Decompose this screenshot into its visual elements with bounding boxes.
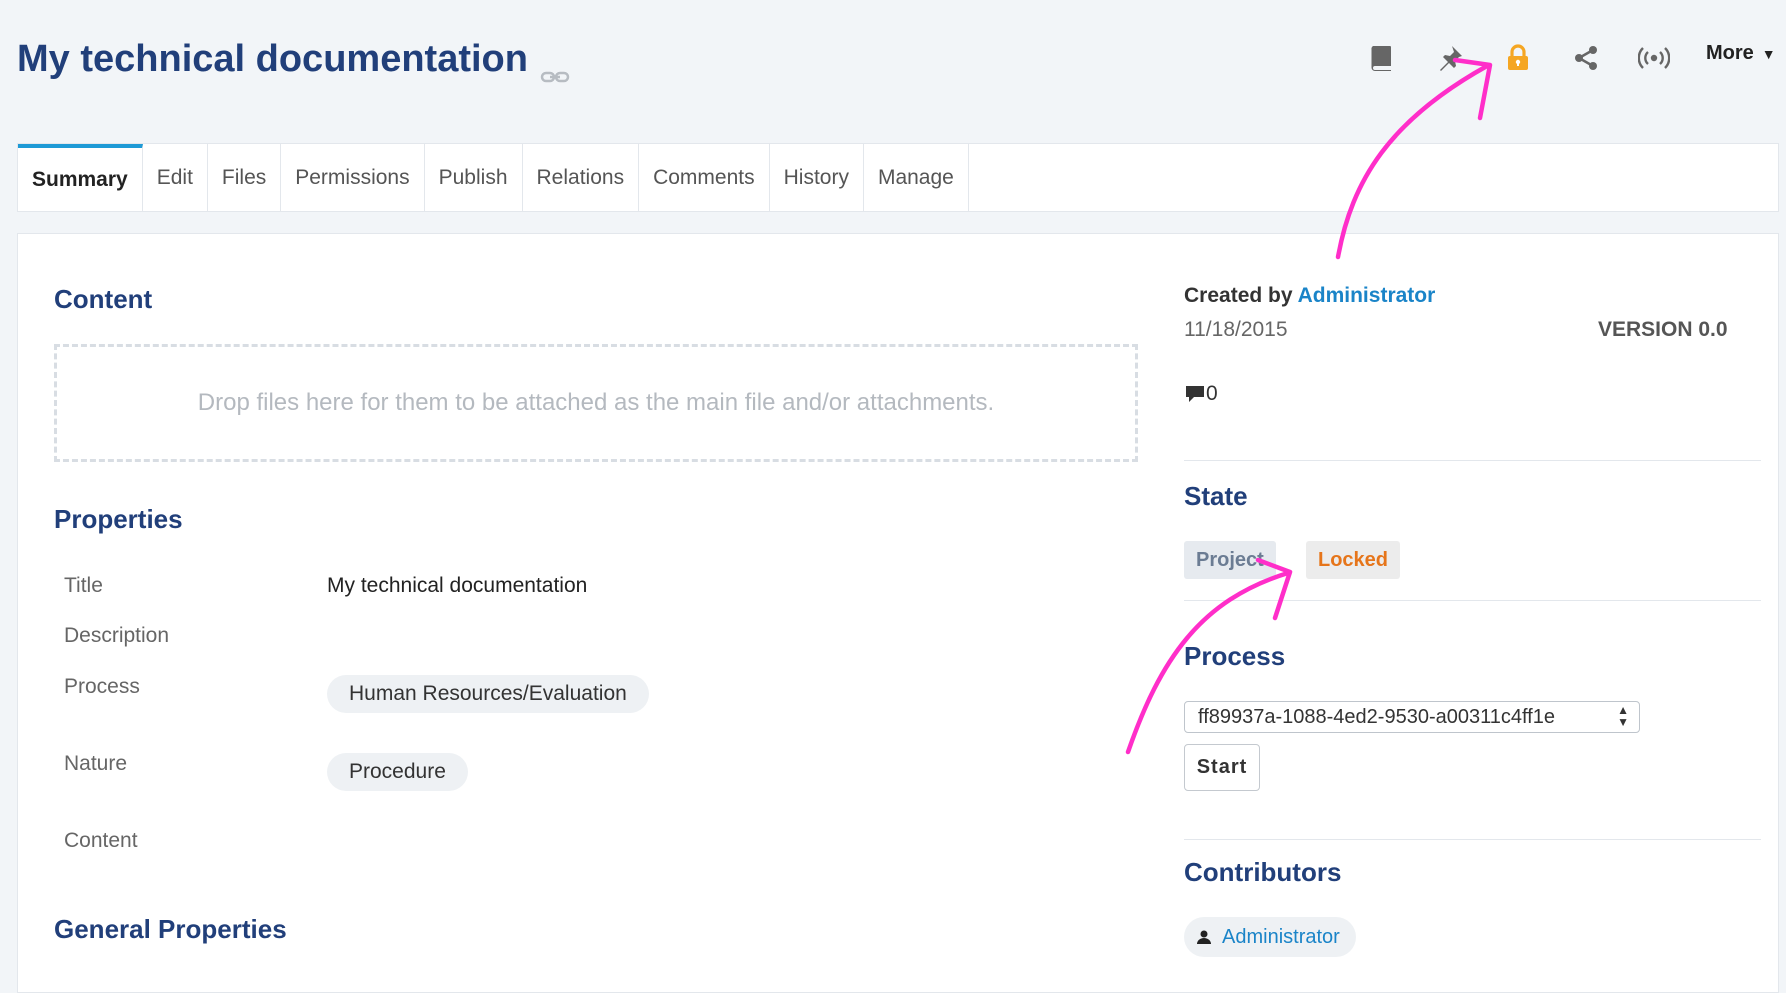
comment-count[interactable]: 0 [1184, 382, 1218, 406]
content-label: Content [64, 829, 138, 852]
version-label: VERSION 0.0 [1598, 318, 1728, 341]
page-title-text: My technical documentation [17, 38, 528, 80]
start-process-button[interactable]: Start [1184, 744, 1260, 791]
state-badge-locked: Locked [1306, 541, 1401, 579]
comment-count-value: 0 [1206, 382, 1218, 405]
created-date: 11/18/2015 [1184, 318, 1288, 341]
contributor-name: Administrator [1222, 925, 1340, 948]
lock-icon[interactable] [1496, 36, 1540, 80]
link-icon[interactable] [540, 52, 570, 82]
title-value: My technical documentation [327, 574, 588, 597]
divider [1184, 600, 1761, 601]
process-select[interactable]: ff89937a-1088-4ed2-9530-a00311c4ff1e ▲ ▼ [1184, 701, 1640, 733]
state-badge-project: Project [1184, 541, 1276, 579]
tab-bar: Summary Edit Files Permissions Publish R… [17, 143, 1779, 212]
process-value-chip: Human Resources/Evaluation [327, 675, 649, 713]
general-properties-heading: General Properties [54, 914, 287, 944]
summary-panel: Content Drop files here for them to be a… [17, 233, 1779, 993]
content-heading: Content [54, 284, 153, 314]
properties-heading: Properties [54, 504, 183, 534]
nature-value-chip: Procedure [327, 753, 468, 791]
tab-relations[interactable]: Relations [523, 144, 640, 211]
divider [1184, 460, 1761, 461]
state-heading: State [1184, 481, 1248, 511]
book-icon[interactable] [1360, 36, 1404, 80]
description-label: Description [64, 624, 170, 647]
created-by-user-link[interactable]: Administrator [1298, 284, 1436, 307]
tab-files[interactable]: Files [208, 144, 282, 211]
pin-icon[interactable] [1428, 36, 1472, 80]
nature-label: Nature [64, 752, 128, 775]
more-menu-button[interactable]: More ▼ [1706, 42, 1776, 65]
tab-publish[interactable]: Publish [425, 144, 523, 211]
tab-summary[interactable]: Summary [18, 144, 143, 211]
document-actions: More ▼ [1360, 36, 1780, 80]
comment-icon [1186, 386, 1204, 402]
file-dropzone[interactable]: Drop files here for them to be attached … [54, 344, 1138, 462]
tab-comments[interactable]: Comments [639, 144, 770, 211]
tab-permissions[interactable]: Permissions [281, 144, 425, 211]
page-title: My technical documentation [17, 38, 570, 82]
created-by-label: Created by [1184, 284, 1293, 307]
share-icon[interactable] [1564, 36, 1608, 80]
process-label: Process [64, 675, 140, 698]
divider [1184, 839, 1761, 840]
more-label: More [1706, 42, 1754, 64]
process-select-value: ff89937a-1088-4ed2-9530-a00311c4ff1e [1198, 705, 1555, 728]
process-heading: Process [1184, 641, 1286, 671]
contributor-chip[interactable]: Administrator [1184, 917, 1356, 957]
tab-history[interactable]: History [770, 144, 864, 211]
tab-edit[interactable]: Edit [143, 144, 208, 211]
caret-down-icon: ▼ [1761, 46, 1776, 62]
tab-manage[interactable]: Manage [864, 144, 969, 211]
contributors-heading: Contributors [1184, 857, 1342, 887]
title-label: Title [64, 574, 103, 597]
user-icon [1197, 930, 1211, 944]
select-arrows-icon: ▲ ▼ [1617, 703, 1629, 729]
broadcast-icon[interactable] [1632, 36, 1676, 80]
document-page: My technical documentation More ▼ Summar… [0, 0, 1786, 993]
created-by: Created by Administrator [1184, 284, 1435, 308]
